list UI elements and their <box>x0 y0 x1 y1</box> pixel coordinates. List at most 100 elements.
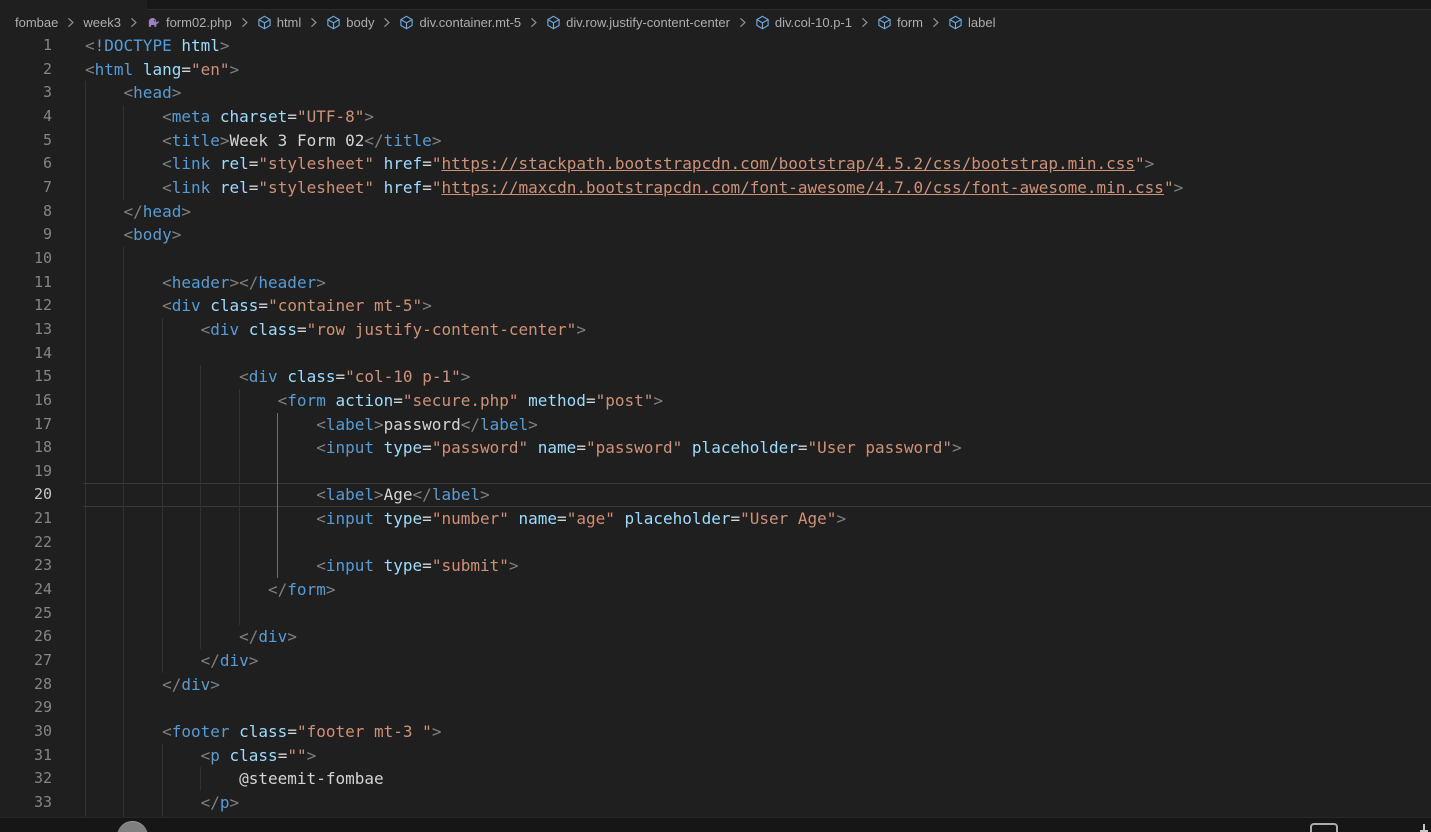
line-number[interactable]: 25 <box>0 602 52 626</box>
active-tab-bottom[interactable] <box>0 0 147 10</box>
line-number[interactable]: 19 <box>0 460 52 484</box>
line-number[interactable]: 2 <box>0 58 52 82</box>
code-line[interactable]: 28 </div> <box>0 672 1431 697</box>
code-line[interactable]: 18 <input type="password" name="password… <box>0 436 1431 460</box>
code-line[interactable]: 1 <!DOCTYPE html> <box>0 34 1431 58</box>
line-number[interactable]: 31 <box>0 744 52 768</box>
line-number[interactable]: 15 <box>0 365 52 389</box>
code-token: title <box>171 130 220 150</box>
indent-guide <box>123 696 125 721</box>
breadcrumb-item-label[interactable]: label <box>948 15 995 30</box>
breadcrumb-item-div-container-mt-5[interactable]: div.container.mt-5 <box>399 15 521 30</box>
line-number[interactable]: 24 <box>0 578 52 602</box>
code-line[interactable]: 26 </div> <box>0 625 1431 650</box>
code-line[interactable]: 22 <box>0 530 1431 555</box>
code-token: type <box>383 509 423 529</box>
code-line[interactable]: 30 <footer class="footer mt-3 "> <box>0 720 1431 744</box>
code-token: > <box>287 627 297 647</box>
line-number[interactable]: 12 <box>0 294 52 318</box>
code-token: = <box>576 438 586 458</box>
code-line[interactable]: 21 <input type="number" name="age" place… <box>0 507 1431 531</box>
code-line[interactable]: 4 <meta charset="UTF-8"> <box>0 104 1431 129</box>
code-token: > <box>229 793 240 812</box>
code-line[interactable]: 9 <body> <box>0 223 1431 247</box>
line-number[interactable]: 3 <box>0 81 52 105</box>
line-number[interactable]: 27 <box>0 649 52 673</box>
line-number[interactable]: 18 <box>0 436 52 460</box>
code-token: </ <box>460 414 480 434</box>
code-line[interactable]: 13 <div class="row justify-content-cente… <box>0 317 1431 342</box>
code-token: = <box>422 509 432 529</box>
line-number[interactable]: 14 <box>0 342 52 366</box>
line-number[interactable]: 17 <box>0 413 52 437</box>
code-token: > <box>528 414 538 434</box>
keyboard-icon[interactable] <box>1310 823 1338 832</box>
code-line[interactable]: 3 <head> <box>0 81 1431 105</box>
line-number[interactable]: 29 <box>0 696 52 720</box>
code-line[interactable]: 29 <box>0 696 1431 721</box>
code-line[interactable]: 6 <link rel="stylesheet" href="https://s… <box>0 152 1431 176</box>
code-line[interactable]: 15 <div class="col-10 p-1"> <box>0 365 1431 389</box>
line-number[interactable]: 5 <box>0 129 52 153</box>
code-line[interactable]: 23 <input type="submit"> <box>0 554 1431 579</box>
line-number[interactable]: 22 <box>0 531 52 555</box>
code-line[interactable]: 24 </form> <box>0 578 1431 602</box>
breadcrumb-item-div-col-10-p-1[interactable]: div.col-10.p-1 <box>755 15 852 30</box>
breadcrumb-item-form[interactable]: form <box>877 15 923 30</box>
line-number[interactable]: 28 <box>0 673 52 697</box>
line-number[interactable]: 11 <box>0 271 52 295</box>
indent-guide <box>123 246 125 271</box>
code-line[interactable]: 17 <label>password</label> <box>0 412 1431 437</box>
code-line[interactable]: 31 <p class=""> <box>0 743 1431 768</box>
line-number[interactable]: 32 <box>0 767 52 791</box>
code-token: < <box>277 390 288 410</box>
code-line[interactable]: 12 <div class="container mt-5"> <box>0 294 1431 318</box>
line-number[interactable]: 10 <box>0 247 52 271</box>
breadcrumb-item-div-row-justify-content-center[interactable]: div.row.justify-content-center <box>546 15 730 30</box>
line-number[interactable]: 1 <box>0 34 52 58</box>
line-number[interactable]: 13 <box>0 318 52 342</box>
code-line[interactable]: 32 @steemit-fombae <box>0 767 1431 791</box>
line-number[interactable]: 33 <box>0 791 52 815</box>
breadcrumb-item-html[interactable]: html <box>257 15 301 30</box>
line-number[interactable]: 23 <box>0 554 52 578</box>
line-number[interactable]: 16 <box>0 389 52 413</box>
breadcrumb-item-body[interactable]: body <box>326 15 374 30</box>
line-number[interactable]: 4 <box>0 105 52 129</box>
code-line[interactable]: 33 </p> <box>0 791 1431 815</box>
line-number[interactable]: 26 <box>0 625 52 649</box>
line-number[interactable]: 20 <box>0 483 52 507</box>
code-line[interactable]: 16 <form action="secure.php" method="pos… <box>0 388 1431 413</box>
code-editor[interactable]: 1 <!DOCTYPE html> 2 <html lang="en"> 3 <head… <box>0 34 1431 817</box>
breadcrumb-item-fombae[interactable]: fombae <box>15 15 58 30</box>
code-line[interactable]: 8 </head> <box>0 199 1431 224</box>
line-number[interactable]: 8 <box>0 200 52 224</box>
code-line[interactable]: 10 <box>0 246 1431 271</box>
breadcrumb-item-week3[interactable]: week3 <box>83 15 121 30</box>
code-token: password <box>383 414 461 434</box>
code-line[interactable]: 5 <title>Week 3 Form 02</title> <box>0 128 1431 153</box>
code-token: < <box>200 319 211 339</box>
symbol-cube-icon <box>755 15 770 30</box>
code-line[interactable]: 27 </div> <box>0 649 1431 673</box>
line-number[interactable]: 21 <box>0 507 52 531</box>
line-number[interactable]: 7 <box>0 176 52 200</box>
code-token: link <box>171 177 211 197</box>
code-token: < <box>162 272 172 292</box>
code-token: > <box>576 319 586 339</box>
line-number[interactable]: 6 <box>0 152 52 176</box>
code-line[interactable]: 25 <box>0 601 1431 626</box>
code-line[interactable]: 2 <html lang="en"> <box>0 58 1431 82</box>
code-token: < <box>85 36 95 55</box>
code-line[interactable]: 11 <header></header> <box>0 270 1431 295</box>
line-number[interactable]: 9 <box>0 223 52 247</box>
code-line[interactable]: 14 <box>0 341 1431 366</box>
code-line[interactable]: 20 <label>Age</label> <box>0 483 1431 508</box>
code-line[interactable]: 19 <box>0 459 1431 484</box>
code-line[interactable]: 7 <link rel="stylesheet" href="https://m… <box>0 175 1431 200</box>
breadcrumb-item-form02-php[interactable]: form02.php <box>146 15 232 30</box>
line-number[interactable]: 30 <box>0 720 52 744</box>
